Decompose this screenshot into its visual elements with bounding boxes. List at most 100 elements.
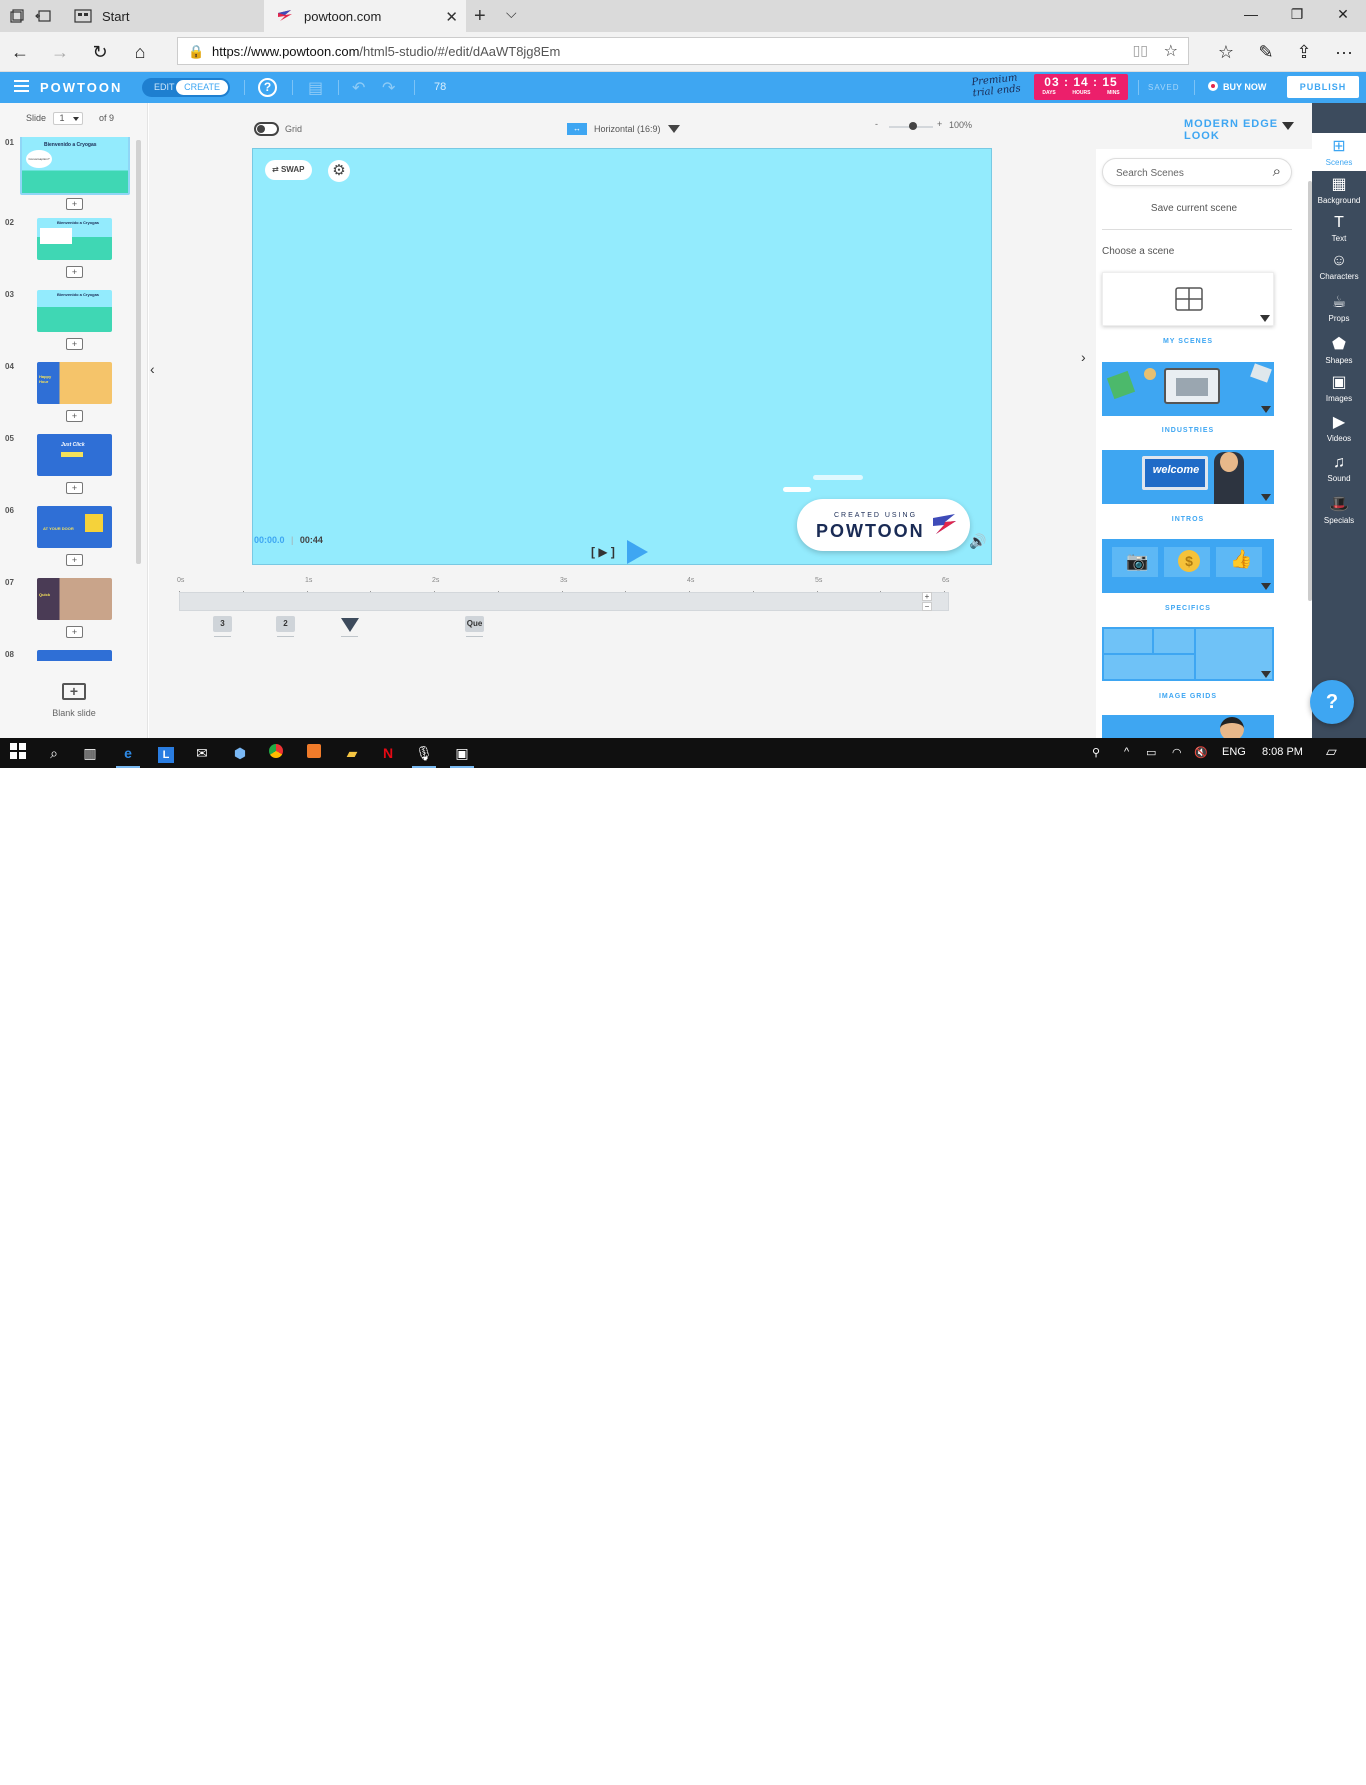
volume-muted-icon[interactable]: 🔇	[1194, 746, 1208, 759]
card-dropdown-icon[interactable]	[1260, 315, 1270, 322]
collapse-left-panel-icon[interactable]: ‹	[150, 361, 155, 377]
rail-item-specials[interactable]: 🎩 Specials	[1312, 495, 1366, 531]
create-mode-label[interactable]: CREATE	[176, 80, 228, 95]
rail-item-shapes[interactable]: ⬟ Shapes	[1312, 335, 1366, 371]
search-icon[interactable]: ⌕	[42, 743, 66, 763]
minimize-button[interactable]: —	[1228, 6, 1274, 22]
slide-thumbnail[interactable]: Bienvenido a Cryogas Conversaption?	[20, 137, 130, 195]
look-selector[interactable]: MODERN EDGE LOOK	[1096, 103, 1312, 149]
timeline-playhead-icon[interactable]	[340, 616, 359, 637]
industries-card[interactable]	[1102, 362, 1274, 416]
xampp-icon[interactable]	[302, 743, 326, 763]
card-dropdown-icon[interactable]	[1261, 583, 1271, 590]
slide-thumb-item[interactable]: 05 Just Click +	[0, 433, 148, 505]
add-slide-after-icon[interactable]: +	[66, 482, 83, 494]
slide-thumbnail[interactable]: Just Click	[37, 434, 112, 476]
zoom-out-button[interactable]: -	[875, 119, 878, 129]
track-zoom-out-button[interactable]: −	[922, 602, 932, 611]
notes-icon[interactable]: ▤	[308, 78, 323, 98]
forward-icon[interactable]: →	[50, 42, 70, 62]
people-icon[interactable]: ⚲	[1092, 746, 1100, 759]
tab-actions-icon[interactable]	[8, 7, 26, 25]
netflix-icon[interactable]: N	[376, 743, 400, 763]
chrome-icon[interactable]	[264, 743, 288, 763]
blank-slide-button[interactable]: + Blank slide	[0, 683, 148, 718]
slide-canvas[interactable]: ⇄ SWAP ⚙ CREATED USING POWTOON	[252, 148, 992, 565]
publish-button[interactable]: PUBLISH	[1287, 76, 1359, 98]
add-slide-after-icon[interactable]: +	[66, 338, 83, 350]
help-icon[interactable]: ?	[258, 78, 277, 97]
play-icon[interactable]	[626, 540, 648, 564]
search-scenes-input[interactable]: Search Scenes ⌕	[1102, 158, 1292, 186]
refresh-icon[interactable]: ↻	[90, 42, 110, 62]
zoom-slider-handle[interactable]	[909, 122, 917, 130]
close-tab-icon[interactable]: ✕	[445, 8, 458, 26]
add-slide-after-icon[interactable]: +	[66, 410, 83, 422]
rail-item-text[interactable]: T Text	[1312, 213, 1366, 249]
slide-thumb-item[interactable]: 04 Happy Hour +	[0, 361, 148, 433]
action-center-icon[interactable]: ▱	[1326, 743, 1337, 760]
reading-view-icon[interactable]: ▯▯	[1133, 42, 1148, 59]
url-field[interactable]: 🔒 https://www.powtoon.com/html5-studio/#…	[177, 37, 1189, 65]
grid-toggle[interactable]: Grid	[254, 122, 302, 136]
close-window-button[interactable]: ✕	[1320, 6, 1366, 23]
rail-item-sound[interactable]: ♫ Sound	[1312, 453, 1366, 489]
hamburger-menu-icon[interactable]	[14, 80, 29, 95]
favorite-star-icon[interactable]: ☆	[1164, 41, 1178, 61]
card-dropdown-icon[interactable]	[1261, 671, 1271, 678]
play-slide-button[interactable]: [ ▶ ]	[591, 545, 615, 559]
timeline-marker[interactable]: 3	[213, 616, 232, 637]
mail-icon[interactable]: ✉	[190, 743, 214, 763]
task-view-icon[interactable]: ▥	[78, 743, 102, 763]
voice-recorder-icon[interactable]: 🎙	[412, 743, 436, 768]
settings-gear-icon[interactable]: ⚙	[328, 160, 350, 182]
add-slide-after-icon[interactable]: +	[66, 266, 83, 278]
rail-item-background[interactable]: ▦ Background	[1312, 175, 1366, 211]
clock[interactable]: 8:08 PM	[1262, 746, 1303, 758]
share-icon[interactable]: ⇪	[1294, 42, 1314, 62]
slide-thumb-item[interactable]: 03 Bienvenido a Cryogas +	[0, 289, 148, 361]
rail-item-videos[interactable]: ▶ Videos	[1312, 413, 1366, 449]
slide-thumb-item[interactable]: 01 Bienvenido a Cryogas Conversaption? +	[0, 137, 148, 217]
look-dropdown-arrow-icon[interactable]	[1282, 122, 1294, 130]
edit-create-toggle[interactable]: EDIT CREATE	[142, 78, 230, 97]
swap-button[interactable]: ⇄ SWAP	[265, 160, 312, 180]
add-slide-after-icon[interactable]: +	[66, 626, 83, 638]
rail-item-characters[interactable]: ☺ Characters	[1312, 251, 1366, 287]
slides-scrollbar[interactable]	[136, 140, 141, 564]
slide-thumbnail[interactable]: Bienvenido a Cryogas	[37, 290, 112, 332]
slide-thumb-item[interactable]: 06 AT YOUR DOOR +	[0, 505, 148, 577]
remote-desktop-icon[interactable]: ▣	[450, 743, 474, 768]
slide-thumb-item[interactable]: 07 Quick +	[0, 577, 148, 649]
slide-thumbnail[interactable]: Bienvenido a Cryogas	[37, 218, 112, 260]
file-explorer-icon[interactable]: ▰	[340, 743, 364, 763]
search-icon[interactable]: ⌕	[1273, 163, 1281, 180]
volume-icon[interactable]: 🔊	[969, 533, 986, 550]
intros-card[interactable]: welcome	[1102, 450, 1274, 504]
home-icon[interactable]: ⌂	[130, 42, 150, 62]
new-tab-button[interactable]: +	[474, 5, 486, 28]
slide-thumb-item[interactable]: 02 Bienvenido a Cryogas +	[0, 217, 148, 289]
add-slide-after-icon[interactable]: +	[66, 198, 83, 210]
grid-switch[interactable]	[254, 122, 279, 136]
edge-browser-icon[interactable]: e	[116, 743, 140, 768]
battery-icon[interactable]: ▭	[1146, 746, 1156, 759]
expand-right-panel-icon[interactable]: ›	[1081, 349, 1086, 365]
image-grids-card[interactable]	[1102, 627, 1274, 681]
slide-thumbnail[interactable]	[37, 650, 112, 661]
tab-start[interactable]: Start	[66, 0, 262, 32]
favorites-icon[interactable]: ☆	[1216, 42, 1236, 62]
slide-thumbnail[interactable]: AT YOUR DOOR	[37, 506, 112, 548]
back-icon[interactable]: ←	[10, 42, 30, 62]
help-chat-button[interactable]: ?	[1310, 680, 1354, 724]
slide-thumbnail[interactable]: Quick	[37, 578, 112, 620]
aspect-ratio-select[interactable]: ↔ Horizontal (16:9)	[567, 123, 680, 135]
zoom-in-button[interactable]: +	[937, 119, 942, 129]
timeline-track[interactable]	[179, 592, 949, 611]
show-hidden-icons-icon[interactable]: ^	[1124, 746, 1129, 758]
slide-thumbnail[interactable]: Happy Hour	[37, 362, 112, 404]
rail-item-images[interactable]: ▣ Images	[1312, 373, 1366, 409]
my-scenes-card[interactable]	[1102, 272, 1274, 326]
buy-now-button[interactable]: BUY NOW	[1208, 81, 1266, 92]
slide-number-select[interactable]: 1	[52, 112, 83, 125]
